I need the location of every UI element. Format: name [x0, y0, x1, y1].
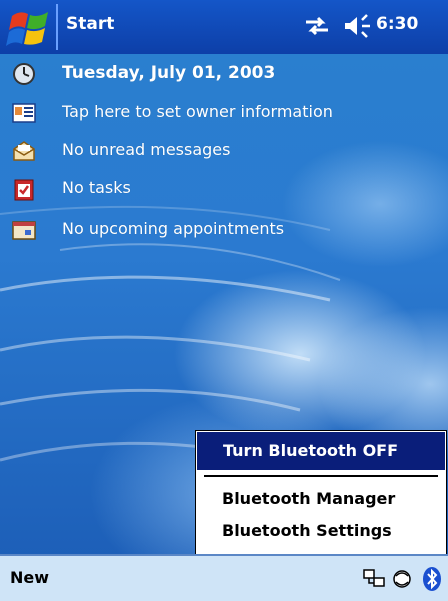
menu-separator — [204, 475, 438, 477]
owner-card-icon — [12, 103, 36, 123]
bluetooth-popup-menu: Turn Bluetooth OFF Bluetooth Manager Blu… — [195, 430, 447, 555]
clock-icon — [13, 63, 35, 85]
windows-logo-icon[interactable] — [6, 6, 54, 50]
today-item-appointments[interactable]: No upcoming appointments — [0, 210, 448, 248]
start-button[interactable]: Start — [66, 14, 114, 34]
today-date-label: Tuesday, July 01, 2003 — [62, 63, 276, 83]
tasks-clipboard-icon — [14, 179, 34, 201]
today-screen: Start 6:30 Tuesday, July 01, 2003 Tap he… — [0, 0, 448, 601]
today-item-owner[interactable]: Tap here to set owner information — [0, 93, 448, 131]
menu-item-bluetooth-settings[interactable]: Bluetooth Settings — [222, 521, 392, 540]
messages-label: No unread messages — [62, 140, 231, 159]
connectivity-icon[interactable] — [302, 14, 332, 38]
command-bar: New — [0, 554, 448, 601]
appointments-label: No upcoming appointments — [62, 219, 285, 238]
navigation-bar: Start 6:30 — [0, 0, 448, 54]
start-separator — [56, 4, 58, 50]
volume-icon[interactable] — [342, 14, 372, 38]
menu-item-bluetooth-manager[interactable]: Bluetooth Manager — [222, 489, 395, 508]
today-item-date[interactable]: Tuesday, July 01, 2003 — [0, 54, 448, 92]
envelope-icon — [13, 141, 35, 161]
menu-item-label: Turn Bluetooth OFF — [223, 441, 399, 460]
today-item-messages[interactable]: No unread messages — [0, 131, 448, 169]
new-button[interactable]: New — [10, 568, 49, 587]
today-item-tasks[interactable]: No tasks — [0, 169, 448, 207]
owner-info-label: Tap here to set owner information — [62, 102, 333, 121]
clock-label[interactable]: 6:30 — [376, 14, 418, 34]
network-tray-icon[interactable] — [362, 566, 386, 592]
tasks-label: No tasks — [62, 178, 131, 197]
sync-tray-icon[interactable] — [390, 566, 414, 592]
menu-item-turn-bluetooth-off[interactable]: Turn Bluetooth OFF — [197, 432, 445, 470]
bluetooth-tray-icon[interactable] — [420, 566, 444, 592]
calendar-icon — [12, 221, 36, 240]
